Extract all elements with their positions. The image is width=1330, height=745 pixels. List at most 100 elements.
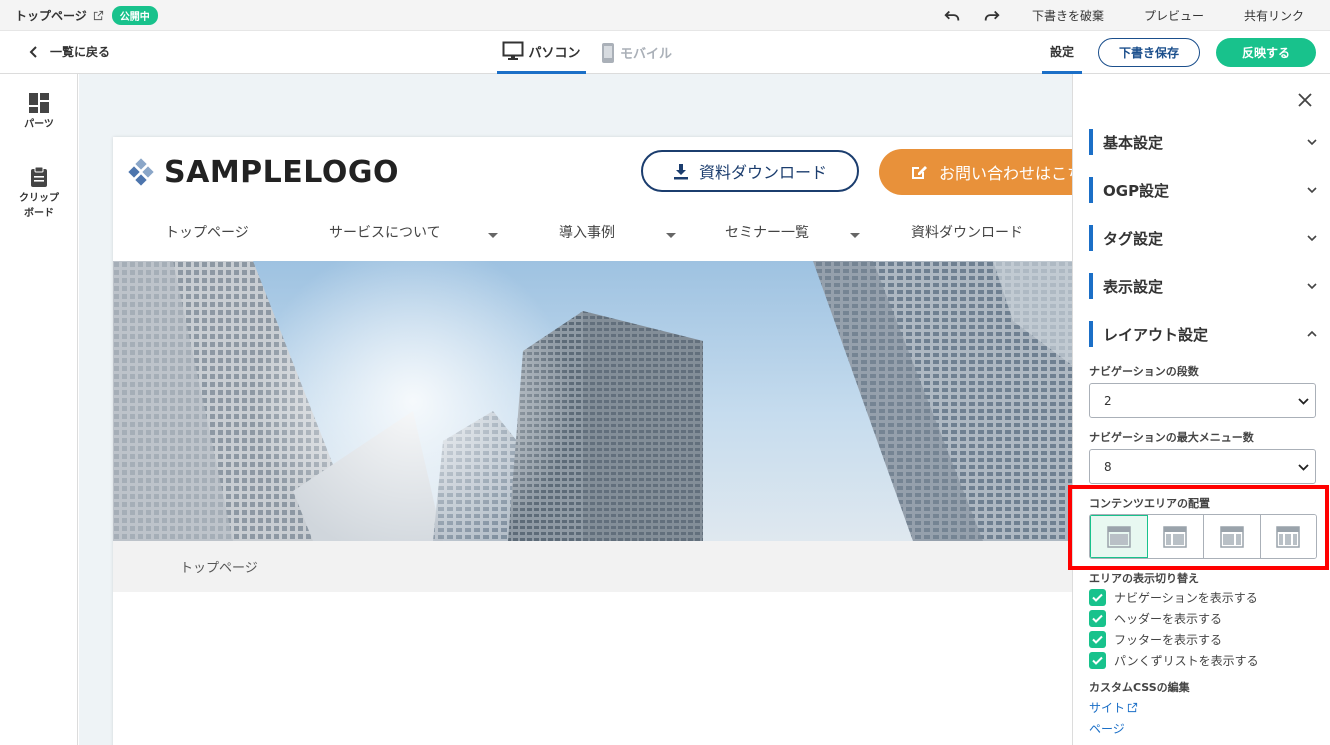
- site-download-button[interactable]: 資料ダウンロード: [641, 150, 859, 192]
- editor-toolbar: 一覧に戻る パソコン モバイル 設定 下書き保存 反映する: [0, 31, 1330, 74]
- area-toggle-label: エリアの表示切り替え: [1089, 572, 1199, 585]
- layout-right-sidebar-icon: [1220, 525, 1244, 548]
- chevron-left-icon: [29, 45, 37, 58]
- left-rail: パーツ クリップ ボード: [0, 74, 78, 745]
- back-label: 一覧に戻る: [50, 45, 111, 59]
- section-label: 基本設定: [1103, 133, 1164, 152]
- rail-clipboard-label-1: クリップ: [19, 193, 59, 204]
- close-icon[interactable]: [1297, 92, 1313, 108]
- content-area-label: コンテンツエリアの配置: [1089, 497, 1210, 510]
- layout-option-right-sidebar[interactable]: [1204, 515, 1261, 558]
- back-to-list-button[interactable]: 一覧に戻る: [28, 43, 110, 60]
- section-label: タグ設定: [1103, 229, 1164, 248]
- layout-left-sidebar-icon: [1163, 525, 1187, 548]
- nav-rows-label: ナビゲーションの段数: [1089, 365, 1199, 378]
- tab-desktop[interactable]: パソコン: [497, 31, 586, 74]
- layout-single-icon: [1107, 525, 1131, 548]
- logo-text: SAMPLELOGO: [164, 155, 399, 190]
- chevron-down-icon: [850, 233, 860, 238]
- section-label: 表示設定: [1103, 277, 1164, 296]
- site-nav-item[interactable]: 導入事例: [559, 222, 615, 242]
- site-nav-item[interactable]: セミナー一覧: [725, 222, 809, 242]
- hero-image: [113, 261, 1072, 541]
- site-contact-button[interactable]: お問い合わせはこちら: [879, 149, 1072, 195]
- nav-max-label: ナビゲーションの最大メニュー数: [1089, 431, 1254, 444]
- css-page-link[interactable]: ページ: [1089, 720, 1125, 737]
- site-nav-item[interactable]: トップページ: [165, 222, 249, 242]
- layout-option-left-sidebar[interactable]: [1147, 515, 1204, 558]
- site-preview[interactable]: SAMPLELOGO 資料ダウンロード お問い合わせはこちら トップページ サー…: [113, 137, 1072, 745]
- rail-item-clipboard[interactable]: クリップ ボード: [0, 166, 78, 221]
- section-label: レイアウト設定: [1103, 325, 1209, 344]
- discard-draft-button[interactable]: 下書きを破棄: [1032, 7, 1104, 24]
- smartphone-icon: [602, 42, 614, 63]
- download-icon: [673, 163, 688, 179]
- nav-rows-value: 2: [1104, 393, 1112, 408]
- show-header-checkbox[interactable]: ヘッダーを表示する: [1089, 610, 1222, 627]
- checkbox-label: パンくずリストを表示する: [1114, 654, 1259, 668]
- chevron-down-icon: [1307, 235, 1317, 242]
- nav-max-value: 8: [1104, 459, 1112, 474]
- css-site-link[interactable]: サイト: [1089, 699, 1138, 716]
- chevron-down-icon: [666, 233, 676, 238]
- rail-parts-label: パーツ: [24, 119, 54, 130]
- preview-button[interactable]: プレビュー: [1144, 7, 1204, 24]
- tab-mobile[interactable]: モバイル: [600, 31, 672, 74]
- chevron-down-icon: [1298, 398, 1309, 405]
- external-link-icon[interactable]: [93, 10, 104, 21]
- checkmark-icon: [1089, 652, 1106, 669]
- layout-option-three-column[interactable]: [1260, 515, 1316, 558]
- checkbox-label: フッターを表示する: [1114, 633, 1223, 647]
- site-download-label: 資料ダウンロード: [698, 163, 827, 182]
- chevron-down-icon: [1298, 464, 1309, 471]
- section-layout-settings[interactable]: レイアウト設定: [1089, 321, 1317, 347]
- tab-mobile-label: モバイル: [620, 47, 673, 62]
- monitor-icon: [502, 41, 524, 60]
- section-display-settings[interactable]: 表示設定: [1089, 273, 1317, 299]
- save-draft-button[interactable]: 下書き保存: [1098, 38, 1200, 67]
- breadcrumb[interactable]: トップページ: [180, 557, 258, 576]
- apply-button[interactable]: 反映する: [1216, 38, 1316, 67]
- css-site-link-label: サイト: [1089, 701, 1126, 715]
- show-breadcrumb-checkbox[interactable]: パンくずリストを表示する: [1089, 652, 1259, 669]
- top-bar: トップページ 公開中 下書きを破棄 プレビュー 共有リンク: [0, 0, 1330, 31]
- share-link-button[interactable]: 共有リンク: [1244, 7, 1304, 24]
- chevron-up-icon: [1307, 330, 1317, 337]
- preview-canvas: SAMPLELOGO 資料ダウンロード お問い合わせはこちら トップページ サー…: [79, 74, 1072, 745]
- site-nav-item[interactable]: サービスについて: [329, 222, 441, 242]
- logo-mark-icon: [128, 157, 154, 186]
- chevron-down-icon: [1307, 283, 1317, 290]
- section-ogp-settings[interactable]: OGP設定: [1089, 177, 1317, 203]
- nav-rows-select[interactable]: 2: [1089, 383, 1316, 418]
- site-logo: SAMPLELOGO: [128, 155, 399, 190]
- site-contact-label: お問い合わせはこちら: [939, 164, 1072, 183]
- skyscrapers-photo: [113, 261, 1072, 541]
- chevron-down-icon: [1307, 187, 1317, 194]
- show-navigation-checkbox[interactable]: ナビゲーションを表示する: [1089, 589, 1258, 606]
- layout-three-column-icon: [1276, 525, 1300, 548]
- chevron-down-icon: [488, 233, 498, 238]
- nav-max-select[interactable]: 8: [1089, 449, 1316, 484]
- redo-icon[interactable]: [983, 7, 1001, 25]
- site-global-nav: トップページ サービスについて 導入事例 セミナー一覧 資料ダウンロード: [113, 211, 1072, 261]
- chevron-down-icon: [1307, 139, 1317, 146]
- checkbox-label: ヘッダーを表示する: [1114, 612, 1223, 626]
- css-page-link-label: ページ: [1089, 722, 1125, 736]
- show-footer-checkbox[interactable]: フッターを表示する: [1089, 631, 1222, 648]
- breadcrumb-bar: トップページ: [113, 541, 1072, 592]
- tab-settings[interactable]: 設定: [1042, 31, 1082, 74]
- undo-icon[interactable]: [943, 7, 961, 25]
- page-title: トップページ: [15, 8, 87, 23]
- site-nav-item[interactable]: 資料ダウンロード: [911, 222, 1023, 242]
- clipboard-icon: [31, 166, 47, 187]
- section-tag-settings[interactable]: タグ設定: [1089, 225, 1317, 251]
- section-label: OGP設定: [1103, 181, 1170, 200]
- section-basic-settings[interactable]: 基本設定: [1089, 129, 1317, 155]
- dashboard-icon: [29, 93, 49, 113]
- rail-item-parts[interactable]: パーツ: [0, 92, 78, 132]
- checkmark-icon: [1089, 610, 1106, 627]
- layout-option-single[interactable]: [1090, 515, 1148, 558]
- status-badge: 公開中: [111, 5, 158, 25]
- content-layout-options: [1089, 514, 1317, 559]
- checkmark-icon: [1089, 631, 1106, 648]
